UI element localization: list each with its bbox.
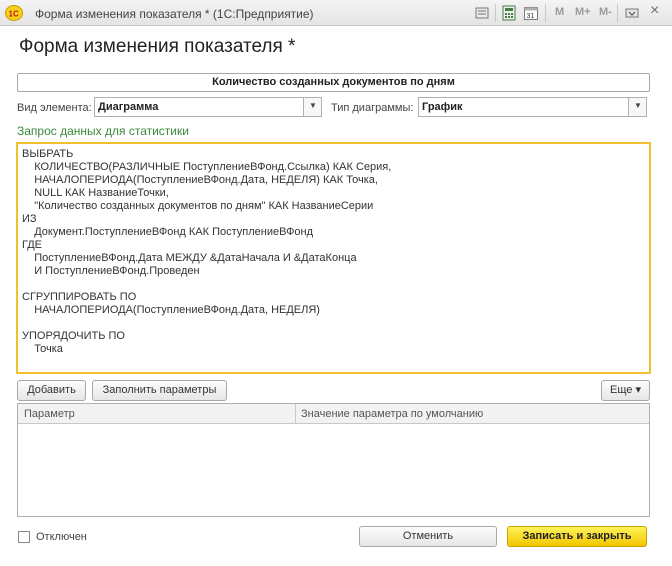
save-and-close-button[interactable]: Записать и закрыть: [507, 526, 647, 547]
toolbar-separator: [495, 4, 496, 22]
toolbar-separator: [617, 4, 618, 22]
element-type-dropdown-button[interactable]: ▼: [303, 98, 321, 116]
query-section-title: Запрос данных для статистики: [17, 124, 189, 138]
menu-icon[interactable]: [625, 5, 639, 21]
query-text[interactable]: ВЫБРАТЬ КОЛИЧЕСТВО(РАЗЛИЧНЫЕ Поступление…: [22, 148, 645, 356]
column-header-parameter[interactable]: Параметр: [24, 408, 75, 420]
more-button-label: Еще: [610, 384, 633, 396]
fill-parameters-button[interactable]: Заполнить параметры: [92, 380, 227, 401]
column-header-default-value[interactable]: Значение параметра по умолчанию: [301, 408, 483, 420]
chevron-down-icon: ▼: [309, 101, 317, 110]
memory-add-button[interactable]: M+: [575, 6, 591, 18]
add-parameter-button[interactable]: Добавить: [17, 380, 86, 401]
chevron-down-icon: ▾: [635, 384, 641, 396]
chart-type-dropdown-button[interactable]: ▼: [628, 98, 646, 116]
disabled-checkbox[interactable]: [18, 531, 30, 543]
element-type-select[interactable]: Диаграмма ▼: [94, 97, 322, 117]
indicator-name-field[interactable]: Количество созданных документов по дням: [17, 73, 650, 92]
window-title: Форма изменения показателя * (1С:Предпри…: [35, 7, 314, 21]
chart-type-label: Тип диаграммы:: [331, 102, 414, 114]
element-type-value: Диаграмма: [98, 101, 159, 113]
page-title: Форма изменения показателя *: [19, 36, 296, 57]
chart-type-select[interactable]: График ▼: [418, 97, 647, 117]
disabled-label: Отключен: [36, 531, 87, 543]
svg-text:31: 31: [527, 13, 535, 20]
1c-logo-icon: 1С: [5, 5, 23, 21]
parameters-table[interactable]: Параметр Значение параметра по умолчанию: [17, 403, 650, 517]
element-type-label: Вид элемента:: [17, 102, 92, 114]
cancel-button[interactable]: Отменить: [359, 526, 497, 547]
calculator-icon[interactable]: [501, 5, 517, 21]
chart-type-value: График: [422, 101, 463, 113]
more-button[interactable]: Еще ▾: [601, 380, 650, 401]
title-bar: 1С Форма изменения показателя * (1С:Пред…: [0, 0, 672, 26]
chevron-down-icon: ▼: [634, 101, 642, 110]
memory-subtract-button[interactable]: M-: [599, 6, 612, 18]
link-icon[interactable]: [474, 5, 490, 21]
column-divider[interactable]: [295, 404, 296, 424]
svg-text:1С: 1С: [9, 10, 19, 19]
query-editor[interactable]: ВЫБРАТЬ КОЛИЧЕСТВО(РАЗЛИЧНЫЕ Поступление…: [16, 142, 651, 374]
memory-store-button[interactable]: M: [555, 6, 564, 18]
toolbar-separator: [545, 4, 546, 22]
calendar-icon[interactable]: 31: [523, 5, 539, 21]
close-icon[interactable]: ×: [650, 2, 659, 20]
table-header: Параметр Значение параметра по умолчанию: [18, 404, 649, 424]
